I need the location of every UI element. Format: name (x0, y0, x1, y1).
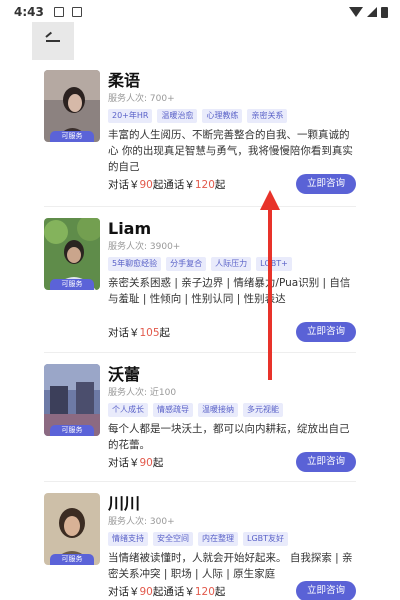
served-count: 服务人次: 近100 (108, 388, 177, 398)
tag: 温暖治愈 (157, 109, 198, 123)
image-notification-icon (53, 7, 64, 17)
served-count: 服务人次: 700+ (108, 94, 175, 104)
counselor-description: 亲密关系困惑 | 亲子边界 | 情绪暴力/Pua识别 | 自信与羞耻 | 性倾向… (108, 277, 351, 305)
battery-icon (381, 6, 388, 18)
tag-list: 5年聊愈经验 分手复合 人际压力 LGBT+ (108, 257, 356, 271)
counselor-description: 丰富的人生阅历、不断完善整合的自我、一颗真诚的心 你的出现真足智慧与勇气，我将慢… (108, 129, 353, 173)
tag-list: 情绪支持 安全空间 内在整理 LGBT友好 (108, 532, 356, 546)
consult-button[interactable]: 立即咨询 (296, 581, 356, 600)
call-price: 120 (194, 179, 215, 191)
tag-list: 20+年HR 温暖治愈 心理教练 亲密关系 (108, 109, 356, 123)
counselor-description: 当情绪被读懂时，人就会开始好起来。 自我探索 | 亲密关系冲突 | 职场 | 人… (108, 552, 353, 580)
counselor-card[interactable]: 可服务 Liam 服务人次: 3900+ 5年聊愈经验 分手复合 人际压力 LG… (44, 218, 356, 353)
tag: 分手复合 (166, 257, 207, 271)
price-row: 对话￥90起 立即咨询 (108, 452, 356, 472)
avatar[interactable]: 可服务 (44, 364, 100, 436)
available-badge: 可服务 (50, 554, 94, 565)
signal-icon (367, 7, 377, 17)
counselor-name: Liam (108, 219, 152, 238)
tag: 人际压力 (211, 257, 252, 271)
served-count: 服务人次: 300+ (108, 517, 175, 527)
tag: 情感疏导 (153, 403, 193, 417)
tag: 亲密关系 (247, 109, 288, 123)
tag: LGBT友好 (243, 532, 289, 546)
consult-button[interactable]: 立即咨询 (296, 452, 356, 472)
tag: 20+年HR (108, 109, 153, 123)
avatar[interactable]: 可服务 (44, 70, 100, 142)
counselor-card[interactable]: 可服务 柔语 服务人次: 700+ 20+年HR 温暖治愈 心理教练 亲密关系 … (44, 70, 356, 207)
price-prefix: 对话￥ (108, 457, 140, 469)
tag: 内在整理 (198, 532, 238, 546)
counselor-description: 每个人都是一块沃土，都可以向内耕耘，绽放出自己的花蕾。 (108, 423, 350, 451)
counselor-list: 可服务 柔语 服务人次: 700+ 20+年HR 温暖治愈 心理教练 亲密关系 … (44, 70, 356, 600)
price-prefix: 对话￥ (108, 586, 140, 598)
price-suffix: 起 (159, 327, 171, 339)
annotation-arrow-icon (260, 190, 280, 380)
counselor-card[interactable]: 可服务 沃蕾 服务人次: 近100 个人成长 情感疏导 温暖接纳 多元视能 每个… (44, 364, 356, 482)
available-badge: 可服务 (50, 131, 94, 142)
chat-price: 90 (139, 457, 153, 469)
tag: 安全空间 (153, 532, 193, 546)
price-row: 对话￥90起通话￥120起 立即咨询 (108, 581, 356, 600)
tag: 心理教练 (202, 109, 243, 123)
price-mid: 起通话￥ (152, 179, 195, 191)
tag: 温暖接纳 (198, 403, 238, 417)
avatar[interactable]: 可服务 (44, 218, 100, 290)
call-price: 120 (194, 586, 215, 598)
counselor-card[interactable]: 可服务 川川 服务人次: 300+ 情绪支持 安全空间 内在整理 LGBT友好 … (44, 493, 356, 600)
consult-button[interactable]: 立即咨询 (296, 322, 356, 342)
consult-button[interactable]: 立即咨询 (296, 174, 356, 194)
price-prefix: 对话￥ (108, 327, 140, 339)
price-mid: 起通话￥ (152, 586, 195, 598)
price-row: 对话￥105起 立即咨询 (108, 322, 356, 342)
tag: 情绪支持 (108, 532, 148, 546)
avatar[interactable]: 可服务 (44, 493, 100, 565)
counselor-name: 沃蕾 (108, 365, 141, 384)
status-bar: 4:43 (0, 0, 400, 24)
served-count: 服务人次: 3900+ (108, 242, 181, 252)
app-notification-icon (71, 7, 82, 17)
price-prefix: 对话￥ (108, 179, 140, 191)
tag: 多元视能 (243, 403, 283, 417)
available-badge: 可服务 (50, 425, 94, 436)
tag-list: 个人成长 情感疏导 温暖接纳 多元视能 (108, 403, 356, 417)
price-row: 对话￥90起通话￥120起 立即咨询 (108, 174, 356, 194)
tag: 5年聊愈经验 (108, 257, 162, 271)
price-suffix: 起 (214, 179, 226, 191)
back-arrow-icon (46, 40, 60, 42)
chat-price: 105 (139, 327, 160, 339)
price-suffix: 起 (152, 457, 164, 469)
tag: 个人成长 (108, 403, 148, 417)
chat-price: 90 (139, 586, 153, 598)
back-button[interactable] (32, 22, 74, 60)
counselor-name: 柔语 (108, 71, 141, 90)
chat-price: 90 (139, 179, 153, 191)
counselor-name: 川川 (108, 494, 141, 513)
price-suffix: 起 (214, 586, 226, 598)
status-time: 4:43 (14, 5, 44, 19)
available-badge: 可服务 (50, 279, 94, 290)
wifi-icon (349, 7, 363, 17)
